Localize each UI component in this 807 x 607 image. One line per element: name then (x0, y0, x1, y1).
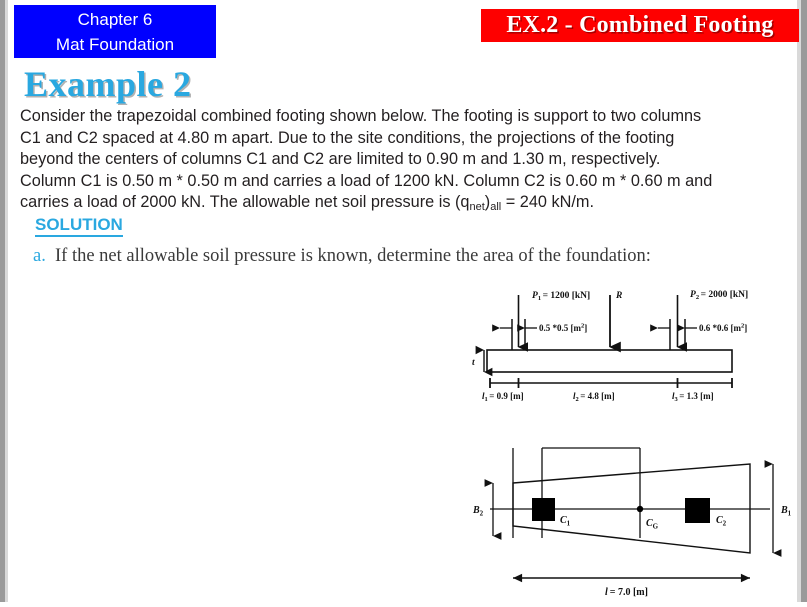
q-all-subscript: all (490, 201, 502, 214)
page-title: Example 2 (24, 64, 192, 104)
problem-line-4: Column C1 is 0.50 m * 0.50 m and carries… (20, 171, 713, 190)
label-dim-l3: l3 = 1.3 [m] (672, 391, 714, 403)
chapter-badge: Chapter 6 Mat Foundation (14, 5, 216, 58)
column2-plan (685, 498, 710, 523)
label-dim-l2: l2 = 4.8 [m] (573, 391, 615, 403)
exercise-title-badge: EX.2 - Combined Footing (481, 9, 799, 42)
slide-left-border-inner (5, 0, 8, 602)
problem-line-2: C1 and C2 spaced at 4.80 m apart. Due to… (20, 128, 675, 147)
problem-line-3: beyond the centers of columns C1 and C2 … (20, 150, 661, 168)
problem-line-5-pre: carries a load of 2000 kN. The allowable… (20, 193, 470, 211)
label-P1: P1 = 1200 [kN] (532, 291, 590, 302)
label-column2-size: 0.6 *0.6 [m2] (699, 323, 747, 334)
label-P2: P2 = 2000 [kN] (690, 290, 748, 301)
problem-line-5-post: = 240 kN/m. (501, 193, 594, 211)
label-B2: B2 (472, 505, 484, 518)
q-net-subscript: net (469, 201, 485, 214)
solution-item-marker: a. (33, 246, 46, 266)
solution-item-text: If the net allowable soil pressure is kn… (55, 246, 651, 266)
solution-heading: SOLUTION (35, 215, 123, 237)
figure-elevation-view: P1 = 1200 [kN] R P2 = 2000 [kN] 0.5 *0.5 [… (470, 283, 800, 408)
chapter-name: Mat Foundation (55, 35, 175, 54)
chapter-number: Chapter 6 (77, 10, 153, 29)
problem-statement: Consider the trapezoidal combined footin… (20, 106, 790, 219)
problem-line-5: carries a load of 2000 kN. The allowable… (20, 192, 790, 219)
label-column1-size: 0.5 *0.5 [m2] (539, 323, 587, 334)
column1-plan (532, 498, 555, 521)
label-overall-length: l = 7.0 [m] (605, 587, 648, 598)
label-B1: B1 (780, 505, 792, 518)
label-R: R (615, 291, 622, 301)
label-dim-l1: l1 = 0.9 [m] (482, 391, 524, 403)
footing-slab-elevation (486, 349, 733, 373)
cg-point (636, 505, 644, 513)
figure-plan-view: B2 B1 C1 CG C2 l = 7.0 [m] (470, 438, 805, 607)
label-thickness-t: t (472, 358, 475, 368)
problem-line-1: Consider the trapezoidal combined footin… (20, 107, 702, 125)
solution-item-a: a. If the net allowable soil pressure is … (33, 246, 651, 267)
